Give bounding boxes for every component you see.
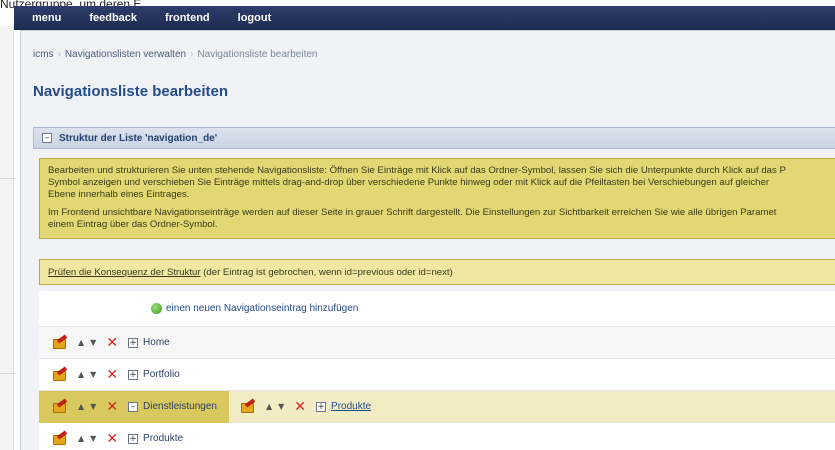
- menu-link[interactable]: menu: [32, 12, 61, 24]
- move-up-icon[interactable]: ▲: [266, 402, 272, 411]
- app-window: Nutzergruppe, um deren E menu feedback f…: [0, 0, 835, 450]
- move-up-icon[interactable]: ▲: [78, 402, 84, 411]
- main-panel: icms › Navigationslisten verwalten › Navigat…: [20, 30, 835, 450]
- entry-label[interactable]: Home: [143, 337, 170, 348]
- delete-icon[interactable]: ✕: [106, 399, 118, 415]
- move-down-icon[interactable]: ▼: [90, 434, 96, 443]
- breadcrumb: icms › Navigationslisten verwalten › Navigat…: [33, 49, 318, 60]
- section-title: Struktur der Liste 'navigation_de': [59, 132, 218, 144]
- breadcrumb-separator-icon: ›: [57, 49, 61, 60]
- list-item: ▲ ▼ ✕ + Portfolio: [39, 359, 835, 391]
- expand-icon[interactable]: +: [128, 433, 139, 444]
- info-notice: Bearbeiten und strukturieren Sie unten s…: [39, 158, 835, 239]
- delete-icon[interactable]: ✕: [106, 335, 118, 351]
- structure-check-link[interactable]: Prüfen die Konsequenz der Struktur: [48, 267, 201, 278]
- expand-icon[interactable]: +: [316, 401, 327, 412]
- add-entry-row[interactable]: einen neuen Navigationseintrag hinzufüge…: [39, 291, 835, 327]
- collapse-icon[interactable]: –: [128, 401, 139, 412]
- delete-icon[interactable]: ✕: [106, 431, 118, 447]
- move-down-icon[interactable]: ▼: [90, 338, 96, 347]
- add-icon[interactable]: [151, 303, 162, 314]
- expand-icon[interactable]: +: [128, 369, 139, 380]
- navigation-list: einen neuen Navigationseintrag hinzufüge…: [39, 291, 835, 450]
- move-down-icon[interactable]: ▼: [278, 402, 284, 411]
- breadcrumb-navigationslisten[interactable]: Navigationslisten verwalten: [65, 49, 186, 60]
- child-entry: ▲ ▼ ✕ + Produkte: [229, 397, 371, 415]
- notice-paragraph: Bearbeiten und strukturieren Sie unten s…: [48, 165, 827, 201]
- page-title: Navigationsliste bearbeiten: [33, 83, 229, 100]
- child-entry-label[interactable]: Produkte: [331, 401, 371, 412]
- collapse-toggle-icon[interactable]: –: [42, 133, 52, 143]
- background-divider: [0, 178, 16, 179]
- delete-icon[interactable]: ✕: [106, 367, 118, 383]
- move-up-icon[interactable]: ▲: [78, 434, 84, 443]
- move-down-icon[interactable]: ▼: [90, 370, 96, 379]
- edit-folder-icon[interactable]: [53, 333, 68, 349]
- top-menu-bar: menu feedback frontend logout: [14, 6, 835, 30]
- expand-icon[interactable]: +: [128, 337, 139, 348]
- notice-line: Im Frontend unsichtbare Navigationseintr…: [48, 207, 777, 218]
- add-entry-label[interactable]: einen neuen Navigationseintrag hinzufüge…: [166, 303, 358, 314]
- list-item: ▲ ▼ ✕ + Produkte: [39, 423, 835, 450]
- breadcrumb-separator-icon: ›: [190, 49, 194, 60]
- move-down-icon[interactable]: ▼: [90, 402, 96, 411]
- edit-folder-icon[interactable]: [53, 429, 68, 445]
- frontend-link[interactable]: frontend: [165, 12, 210, 24]
- structure-check-hint: (der Eintrag ist gebrochen, wenn id=prev…: [200, 267, 453, 278]
- breadcrumb-icms[interactable]: icms: [33, 49, 54, 60]
- delete-icon[interactable]: ✕: [294, 399, 306, 415]
- section-header[interactable]: – Struktur der Liste 'navigation_de': [33, 127, 835, 149]
- breadcrumb-current: Navigationsliste bearbeiten: [197, 49, 318, 60]
- notice-line: Symbol anzeigen und verschieben Sie Eint…: [48, 177, 770, 188]
- edit-folder-icon[interactable]: [53, 365, 68, 381]
- notice-line: Ebene innerhalb eines Eintrages.: [48, 189, 190, 200]
- notice-paragraph: Im Frontend unsichtbare Navigationseintr…: [48, 207, 827, 231]
- entry-label[interactable]: Dienstleistungen: [143, 401, 217, 412]
- edit-folder-icon[interactable]: [53, 397, 68, 413]
- entry-label[interactable]: Portfolio: [143, 369, 180, 380]
- move-up-icon[interactable]: ▲: [78, 370, 84, 379]
- logout-link[interactable]: logout: [238, 12, 272, 24]
- move-up-icon[interactable]: ▲: [78, 338, 84, 347]
- expanded-entry: ▲ ▼ ✕ – Dienstleistungen: [39, 390, 229, 423]
- notice-line: einem Eintrag über das Ordner-Symbol.: [48, 219, 218, 230]
- entry-label[interactable]: Produkte: [143, 433, 183, 444]
- background-page-strip: [0, 26, 14, 450]
- list-item-expanded: ▲ ▼ ✕ – Dienstleistungen ▲ ▼ ✕ + Produkt…: [39, 390, 835, 423]
- edit-folder-icon[interactable]: [240, 397, 256, 413]
- background-divider: [0, 373, 16, 374]
- structure-check-bar: Prüfen die Konsequenz der Struktur (der …: [39, 259, 835, 285]
- feedback-link[interactable]: feedback: [89, 12, 137, 24]
- notice-line: Bearbeiten und strukturieren Sie unten s…: [48, 165, 786, 176]
- list-item: ▲ ▼ ✕ + Home: [39, 327, 835, 359]
